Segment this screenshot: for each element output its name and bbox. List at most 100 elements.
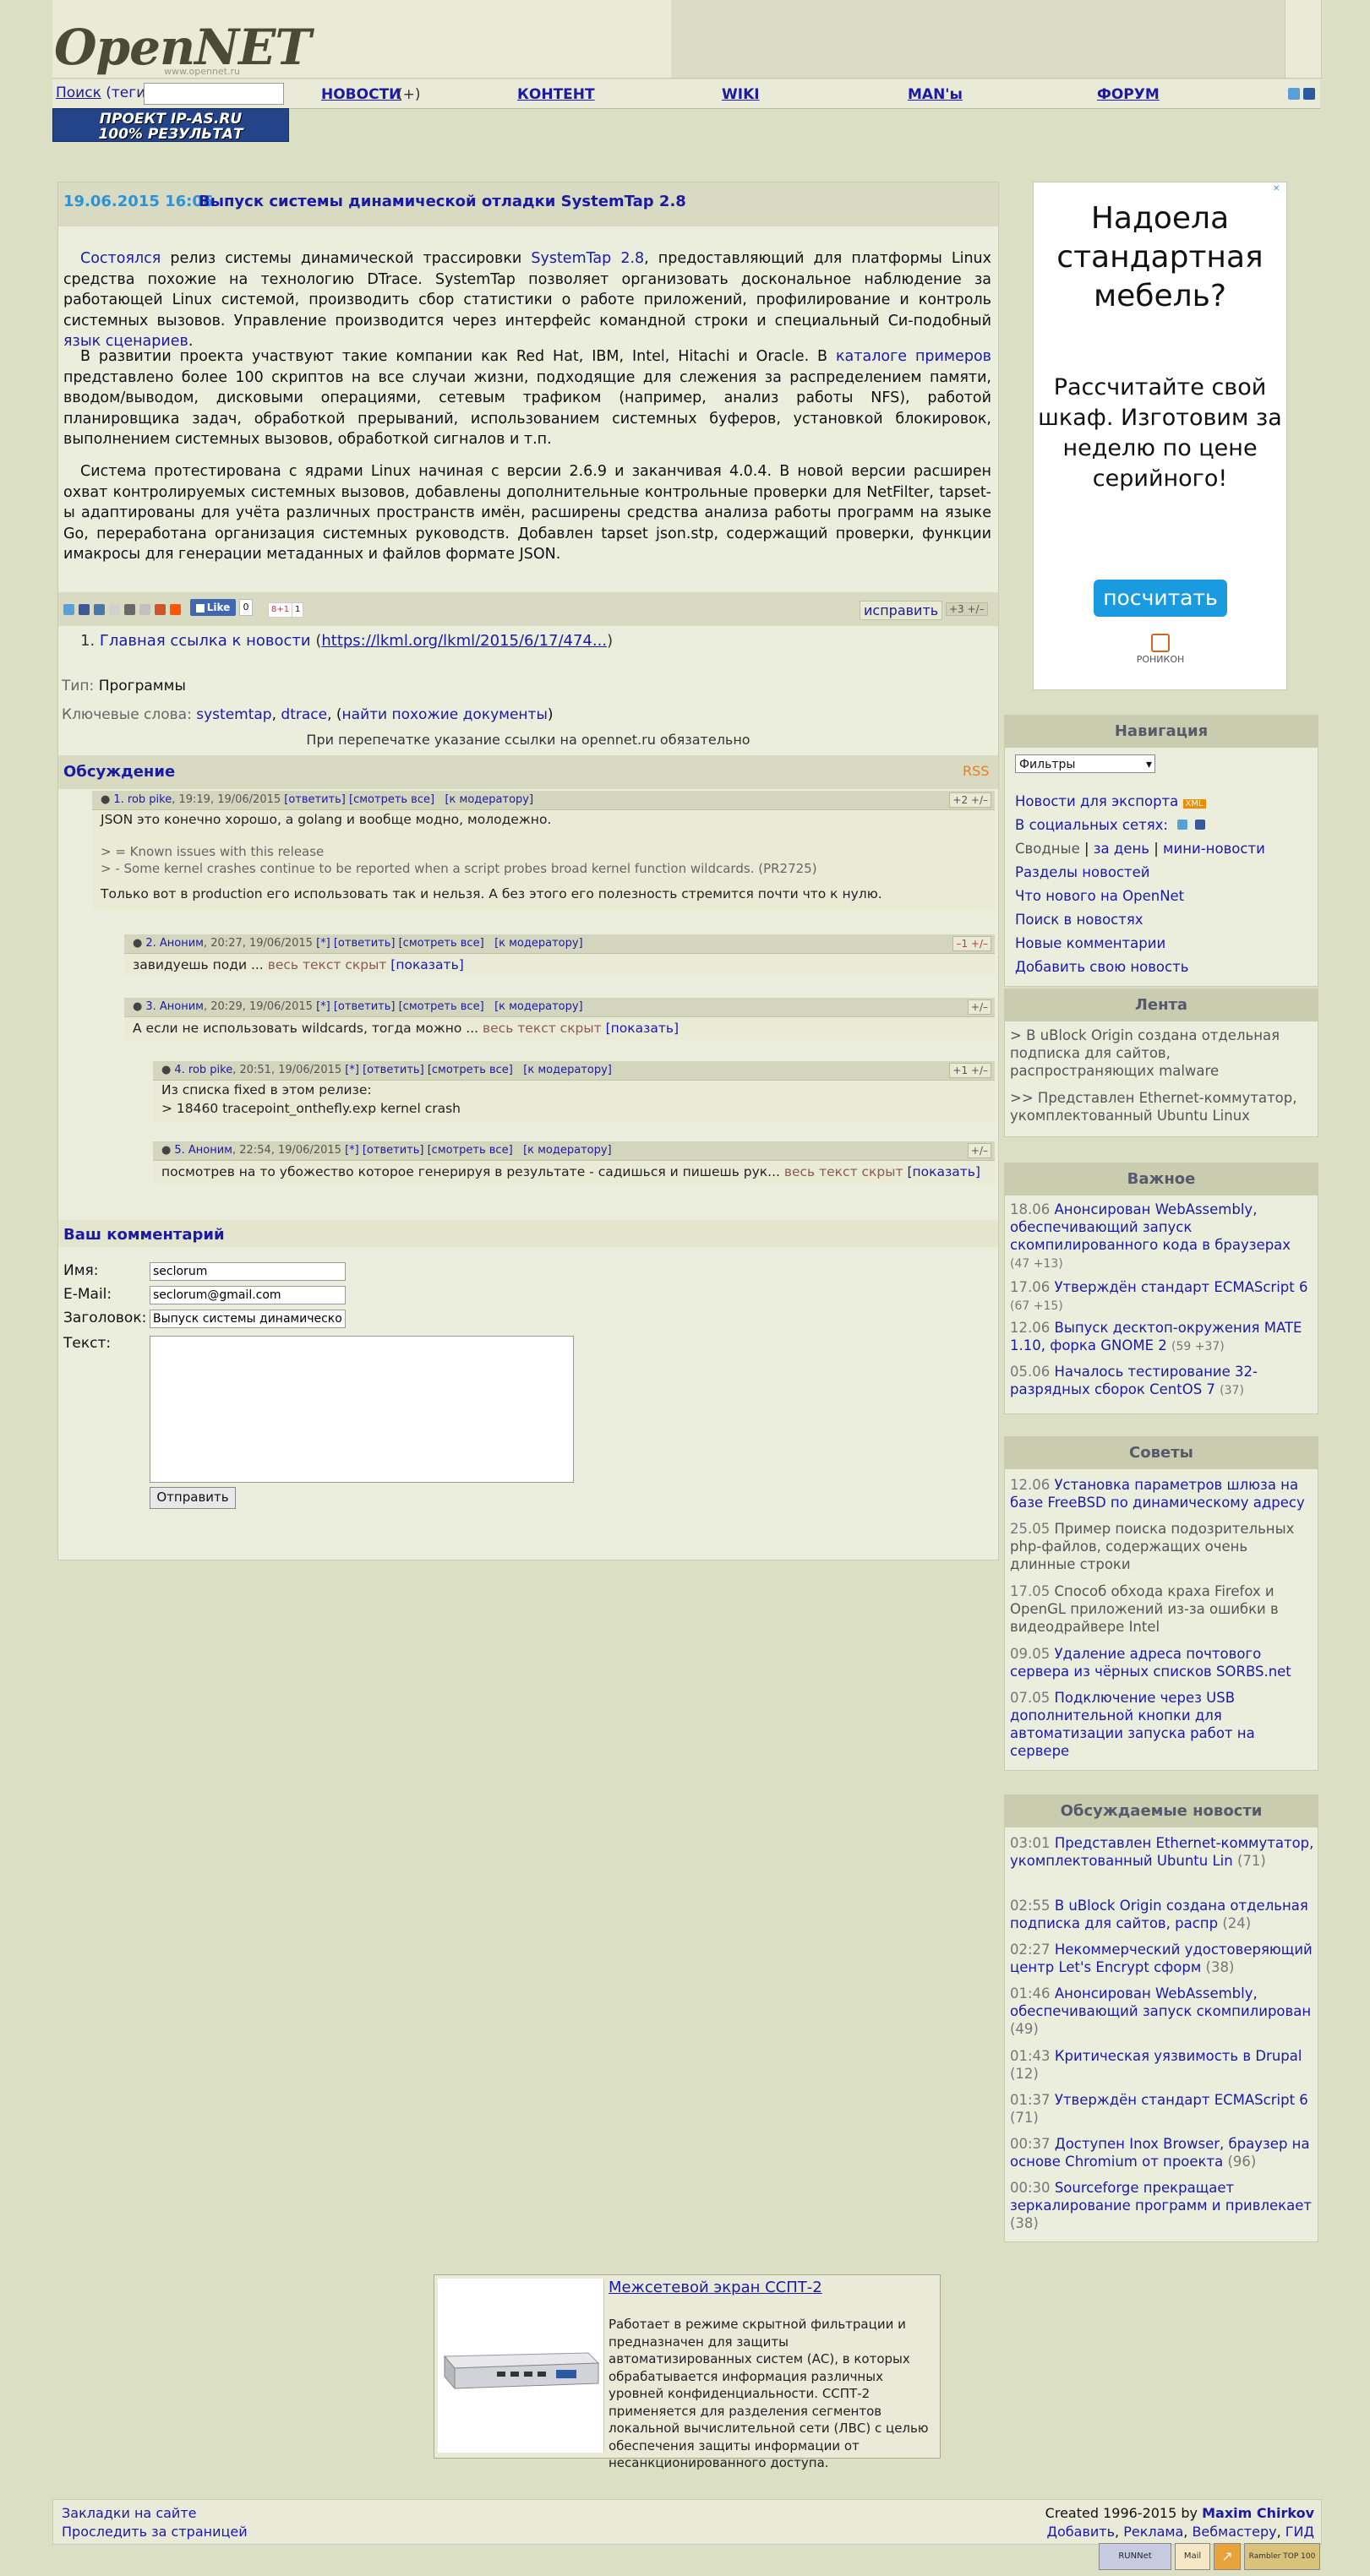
nav-search-news[interactable]: Поиск в новостях <box>1015 912 1143 928</box>
lenta-item-2[interactable]: >> Представлен Ethernet-коммутатор, уком… <box>1010 1089 1314 1125</box>
comment-vote[interactable]: +2 +/– <box>949 792 991 808</box>
moderator-link[interactable]: [к модератору] <box>523 1144 612 1157</box>
comment-textarea[interactable] <box>150 1336 574 1483</box>
nav-whats-new[interactable]: Что нового на OpenNet <box>1015 888 1184 904</box>
main-link-url[interactable]: https://lkml.org/lkml/2015/6/17/474... <box>321 632 607 650</box>
item-link[interactable]: Способ обхода краха Firefox и OpenGL при… <box>1010 1583 1279 1635</box>
edit-link[interactable]: исправить <box>860 601 943 620</box>
firewall-device-image[interactable] <box>438 2279 604 2453</box>
moderator-link[interactable]: [к модератору] <box>494 1000 583 1013</box>
view-all-link[interactable]: [смотреть все] <box>399 1000 484 1013</box>
nav-forum[interactable]: ФОРУМ <box>1097 86 1160 103</box>
rss-link[interactable]: RSS <box>963 763 989 779</box>
item-link[interactable]: Утверждён стандарт ECMAScript 6 <box>1055 2092 1308 2108</box>
item-link[interactable]: Представлен Ethernet-коммутатор, укомпле… <box>1010 1835 1313 1869</box>
comment-author[interactable]: Аноним <box>160 1000 204 1013</box>
keyword-dtrace[interactable]: dtrace <box>281 706 327 723</box>
nav-daily[interactable]: за день <box>1094 841 1149 857</box>
flag-link[interactable]: [*] <box>345 1064 359 1076</box>
item-link[interactable]: Доступен Inox Browser, браузер на основе… <box>1010 2136 1310 2170</box>
reply-link[interactable]: [ответить] <box>363 1144 424 1157</box>
nav-mans[interactable]: MAN'ы <box>908 86 963 103</box>
bookmark-icon[interactable] <box>1303 88 1315 100</box>
search-input[interactable] <box>144 83 284 105</box>
show-link[interactable]: [показать] <box>907 1164 980 1179</box>
vk-icon[interactable] <box>94 604 105 615</box>
mail-badge[interactable]: Mail <box>1175 2543 1210 2570</box>
article-vote[interactable]: +3 +/– <box>946 602 988 616</box>
nav-sections[interactable]: Разделы новостей <box>1015 864 1149 880</box>
reply-link[interactable]: [ответить] <box>284 793 346 806</box>
rambler-top100-badge[interactable]: Rambler TOP 100 <box>1244 2543 1320 2570</box>
item-link[interactable]: Sourceforge прекращает зеркалирование пр… <box>1010 2180 1312 2214</box>
comment-vote[interactable]: +1 +/– <box>949 1063 991 1078</box>
moderator-link[interactable]: [к модератору] <box>445 793 533 806</box>
comment-number[interactable]: 2. <box>145 937 156 950</box>
flag-link[interactable]: [*] <box>316 1000 330 1013</box>
comment-number[interactable]: 4. <box>174 1064 184 1076</box>
show-link[interactable]: [показать] <box>390 957 463 972</box>
reply-link[interactable]: [ответить] <box>363 1064 424 1076</box>
arrow-up-right-icon[interactable]: ↗ <box>1214 2543 1241 2570</box>
bookmarks-link[interactable]: Закладки на сайте <box>62 2505 196 2521</box>
flag-link[interactable]: [*] <box>316 937 330 950</box>
nav-news-plus[interactable]: (+) <box>397 86 421 103</box>
comment-number[interactable]: 5. <box>174 1144 184 1157</box>
footer-add-link[interactable]: Добавить <box>1046 2524 1115 2540</box>
nav-export[interactable]: Новости для экспорта XML <box>1015 793 1206 809</box>
view-all-link[interactable]: [смотреть все] <box>428 1144 513 1157</box>
keyword-systemtap[interactable]: systemtap <box>196 706 271 723</box>
view-all-link[interactable]: [смотреть все] <box>399 937 484 950</box>
view-all-link[interactable]: [смотреть все] <box>349 793 434 806</box>
comment-author[interactable]: rob pike <box>188 1064 232 1076</box>
nav-news[interactable]: НОВОСТИ <box>321 86 401 103</box>
odnoklassniki-icon[interactable] <box>155 604 166 615</box>
flag-link[interactable]: [*] <box>345 1144 359 1157</box>
twitter-icon[interactable] <box>63 604 74 615</box>
main-link[interactable]: Главная ссылка к новости <box>100 632 311 650</box>
lenta-item-1[interactable]: > В uBlock Origin создана отдельная подп… <box>1010 1027 1314 1080</box>
nav-social[interactable]: В социальных сетях: <box>1015 817 1206 833</box>
show-link[interactable]: [показать] <box>606 1021 679 1036</box>
item-link[interactable]: Некоммерческий удостоверяющий центр Let'… <box>1010 1942 1313 1975</box>
item-link[interactable]: Анонсирован WebAssembly, обеспечивающий … <box>1010 1201 1291 1253</box>
view-all-link[interactable]: [смотреть все] <box>428 1064 513 1076</box>
item-link[interactable]: Установка параметров шлюза на базе FreeB… <box>1010 1477 1305 1511</box>
comment-vote[interactable]: +/– <box>967 999 991 1015</box>
ad-calculate-button[interactable]: посчитать <box>1094 580 1227 617</box>
footer-ads-link[interactable]: Реклама <box>1123 2524 1183 2540</box>
inline-link[interactable]: SystemTap 2.8 <box>531 250 644 267</box>
firewall-ad-title[interactable]: Межсетевой экран ССПТ-2 <box>609 2279 822 2296</box>
facebook-icon[interactable] <box>1195 820 1206 830</box>
comment-vote[interactable]: +/– <box>967 1143 991 1158</box>
mail-icon[interactable] <box>170 604 181 615</box>
link-icon[interactable] <box>139 604 150 615</box>
footer-webmaster-link[interactable]: Вебмастеру <box>1192 2524 1276 2540</box>
nav-add-news[interactable]: Добавить свою новость <box>1015 959 1188 975</box>
moderator-link[interactable]: [к модератору] <box>523 1064 612 1076</box>
track-page-link[interactable]: Проследить за страницей <box>62 2524 248 2540</box>
comment-author[interactable]: rob pike <box>128 793 172 806</box>
nav-wiki[interactable]: WIKI <box>722 86 760 103</box>
email-field[interactable] <box>150 1286 346 1304</box>
nav-mini-news[interactable]: мини-новости <box>1163 841 1265 857</box>
moderator-link[interactable]: [к модератору] <box>494 937 583 950</box>
item-link[interactable]: Пример поиска подозрительных php-файлов,… <box>1010 1521 1294 1572</box>
runnet-badge[interactable]: RUNNet <box>1099 2543 1171 2570</box>
filter-select[interactable]: Фильтры ▾ <box>1015 754 1155 773</box>
item-link[interactable]: Анонсирован WebAssembly, обеспечивающий … <box>1010 1985 1311 2019</box>
similar-docs-link[interactable]: найти похожие документы <box>342 706 548 723</box>
comment-number[interactable]: 1. <box>113 793 123 806</box>
ad-close-icon[interactable]: ✕ <box>1273 184 1283 194</box>
ru-flag-icon[interactable] <box>1288 88 1300 100</box>
subject-field[interactable] <box>150 1310 346 1328</box>
comment-author[interactable]: Аноним <box>160 937 204 950</box>
inline-link[interactable]: каталоге примеров <box>836 348 991 365</box>
comment-vote[interactable]: –1 +/– <box>952 936 991 951</box>
livejournal-icon[interactable] <box>109 604 120 615</box>
firewall-ad[interactable]: Межсетевой экран ССПТ-2 Работает в режим… <box>434 2274 941 2470</box>
facebook-icon[interactable] <box>79 604 90 615</box>
item-link[interactable]: Критическая уязвимость в Drupal <box>1055 2048 1302 2064</box>
submit-button[interactable]: Отправить <box>150 1487 236 1509</box>
inline-link[interactable]: Состоялся <box>80 250 161 267</box>
